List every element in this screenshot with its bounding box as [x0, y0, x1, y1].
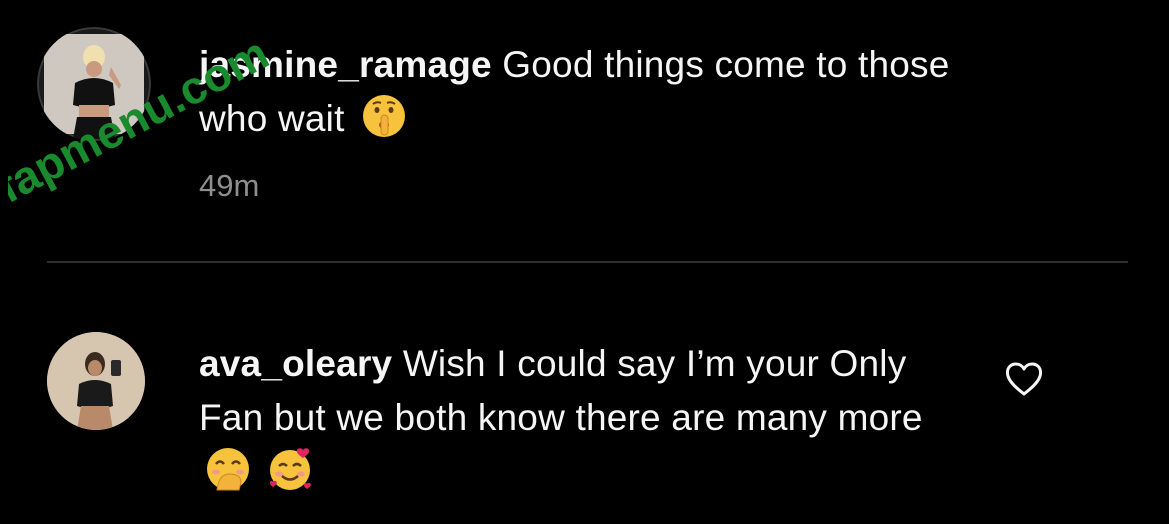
comment-text: ava_oleary Wish I could say I’m your Onl…: [199, 337, 959, 507]
comment-timestamp: 49m: [199, 168, 260, 203]
comment-1: jasmine_ramage Good things come to those…: [0, 0, 1169, 260]
shushing-face-icon: [361, 93, 407, 154]
username[interactable]: jasmine_ramage: [199, 44, 492, 85]
comment-text: jasmine_ramage Good things come to those…: [199, 38, 1019, 154]
avatar-ava-oleary[interactable]: [47, 332, 145, 430]
username[interactable]: ava_oleary: [199, 343, 392, 384]
comment-2: ava_oleary Wish I could say I’m your Onl…: [0, 262, 1169, 524]
smiling-face-with-hearts-icon: [267, 446, 313, 507]
avatar-jasmine-ramage[interactable]: [37, 27, 151, 141]
face-with-hand-over-mouth-icon: [205, 446, 251, 507]
like-heart-outline-icon[interactable]: [1004, 361, 1044, 397]
